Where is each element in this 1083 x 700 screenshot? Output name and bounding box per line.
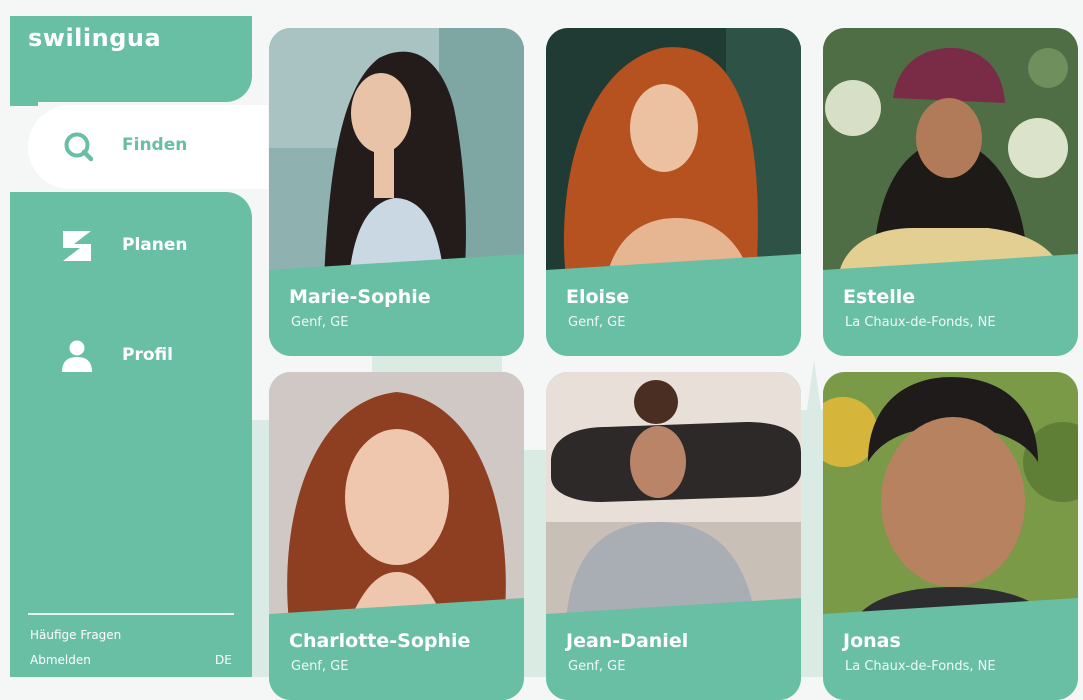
search-icon	[64, 132, 94, 162]
profile-name: Estelle	[843, 286, 916, 308]
profile-card-marie-sophie[interactable]: Marie-Sophie Genf, GE	[269, 28, 524, 356]
profile-name: Jonas	[843, 630, 901, 652]
faq-link[interactable]: Häufige Fragen	[30, 628, 121, 642]
profile-card-eloise[interactable]: Eloise Genf, GE	[546, 28, 801, 356]
profile-card-jonas[interactable]: Jonas La Chaux-de-Fonds, NE	[823, 372, 1078, 700]
profile-location: Genf, GE	[291, 315, 349, 330]
sidebar-item-label: Planen	[122, 235, 188, 255]
profile-location: Genf, GE	[568, 659, 626, 674]
profile-location: Genf, GE	[291, 659, 349, 674]
profile-name: Charlotte-Sophie	[289, 630, 471, 652]
sidebar-item-finden[interactable]: Finden	[28, 105, 268, 189]
profile-name: Jean-Daniel	[566, 630, 689, 652]
profile-name: Marie-Sophie	[289, 286, 431, 308]
language-switch[interactable]: DE	[215, 653, 232, 667]
profile-name: Eloise	[566, 286, 630, 308]
sidebar-item-label: Finden	[122, 135, 188, 155]
sidebar-item-label: Profil	[122, 345, 173, 365]
profile-location: La Chaux-de-Fonds, NE	[845, 315, 996, 330]
user-icon	[62, 340, 92, 372]
sidebar: swilingua Finden Planen Profil Häufige F…	[10, 16, 268, 677]
sidebar-item-planen[interactable]: Planen	[10, 221, 252, 271]
sidebar-divider	[28, 613, 234, 615]
profile-card-estelle[interactable]: Estelle La Chaux-de-Fonds, NE	[823, 28, 1078, 356]
app-logo[interactable]: swilingua	[28, 24, 161, 52]
sidebar-item-profil[interactable]: Profil	[10, 331, 252, 381]
profile-card-charlotte-sophie[interactable]: Charlotte-Sophie Genf, GE	[269, 372, 524, 700]
profile-location: Genf, GE	[568, 315, 626, 330]
profile-location: La Chaux-de-Fonds, NE	[845, 659, 996, 674]
profile-card-jean-daniel[interactable]: Jean-Daniel Genf, GE	[546, 372, 801, 700]
logout-link[interactable]: Abmelden	[30, 653, 91, 667]
plan-icon	[63, 231, 91, 261]
